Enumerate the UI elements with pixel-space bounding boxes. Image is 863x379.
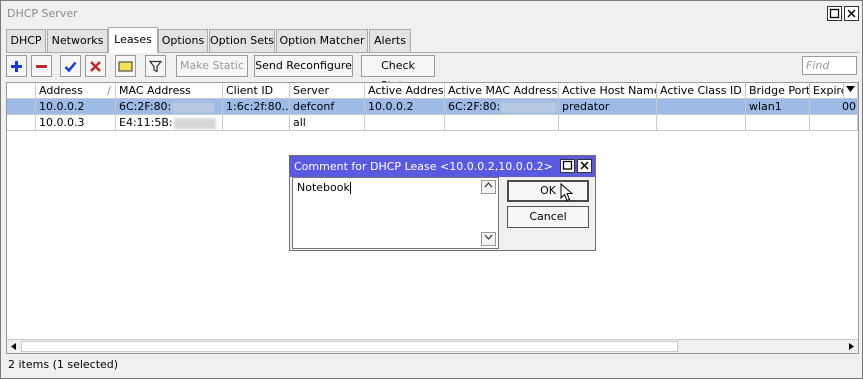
dialog-title-bar[interactable]: Comment for DHCP Lease <10.0.0.2,10.0.0.… bbox=[290, 156, 595, 177]
active-host-name-cell: predator bbox=[559, 99, 657, 115]
x-icon bbox=[90, 60, 101, 72]
minus-icon bbox=[36, 64, 47, 68]
make-static-button[interactable]: Make Static bbox=[176, 55, 248, 77]
tab-option-sets[interactable]: Option Sets bbox=[209, 29, 275, 52]
comment-button[interactable] bbox=[115, 55, 136, 77]
note-icon bbox=[118, 61, 133, 71]
scroll-right-icon[interactable] bbox=[847, 342, 856, 351]
close-icon bbox=[847, 9, 856, 18]
chevron-up-icon bbox=[484, 182, 493, 188]
tab-alerts[interactable]: Alerts bbox=[369, 29, 411, 52]
scrollbar-thumb[interactable] bbox=[21, 341, 678, 352]
text-caret bbox=[349, 182, 351, 194]
address-cell: 10.0.0.2 bbox=[36, 99, 116, 115]
address-cell: 10.0.0.3 bbox=[36, 115, 116, 131]
tab-dhcp[interactable]: DHCP bbox=[6, 29, 46, 52]
column-header-expire[interactable]: Expire bbox=[810, 83, 844, 99]
send-reconfigure-button[interactable]: Send Reconfigure bbox=[254, 55, 353, 77]
scroll-down-button[interactable] bbox=[481, 232, 496, 246]
client-id-cell bbox=[223, 115, 290, 131]
mouse-pointer-icon bbox=[560, 183, 574, 202]
check-icon bbox=[64, 61, 77, 72]
column-header-mac-address[interactable]: MAC Address bbox=[116, 83, 223, 99]
find-input[interactable]: Find bbox=[802, 56, 857, 75]
remove-button[interactable] bbox=[31, 55, 52, 77]
mac-address-cell: 6C:2F:80: bbox=[116, 99, 223, 115]
title-bar[interactable]: DHCP Server bbox=[2, 2, 861, 25]
close-icon bbox=[580, 161, 589, 170]
table-row[interactable]: 10.0.0.2 6C:2F:80: 1:6c:2f:80... defconf… bbox=[7, 99, 858, 115]
comment-textarea[interactable]: Notebook bbox=[292, 177, 499, 249]
column-header-active-mac-address[interactable]: Active MAC Address bbox=[445, 83, 559, 99]
filter-button[interactable] bbox=[145, 55, 166, 77]
redacted-value bbox=[172, 101, 215, 113]
redacted-value bbox=[173, 117, 216, 129]
sort-indicator-icon: / bbox=[107, 84, 111, 97]
status-bar: 2 items (1 selected) bbox=[8, 358, 119, 371]
column-header-bridge-port[interactable]: Bridge Port bbox=[746, 83, 810, 99]
add-button[interactable] bbox=[6, 55, 27, 77]
dropdown-icon bbox=[846, 86, 855, 92]
column-header-active-host-name[interactable]: Active Host Name bbox=[559, 83, 657, 99]
mac-address-cell: E4:11:5B: bbox=[116, 115, 223, 131]
tab-option-matcher[interactable]: Option Matcher bbox=[276, 29, 368, 52]
ok-button[interactable]: OK bbox=[507, 180, 589, 202]
client-id-cell: 1:6c:2f:80... bbox=[223, 99, 290, 115]
column-menu-button[interactable] bbox=[844, 83, 858, 99]
maximize-icon bbox=[562, 160, 573, 170]
server-cell: defconf bbox=[290, 99, 365, 115]
server-cell: all bbox=[290, 115, 365, 131]
comment-dialog: Comment for DHCP Lease <10.0.0.2,10.0.0.… bbox=[289, 155, 596, 251]
chevron-down-icon bbox=[484, 234, 493, 240]
column-header-client-id[interactable]: Client ID bbox=[223, 83, 290, 99]
tab-leases[interactable]: Leases bbox=[108, 27, 158, 53]
active-mac-address-cell: 6C:2F:80: bbox=[445, 99, 559, 115]
column-header-active-class-id[interactable]: Active Class ID bbox=[657, 83, 746, 99]
scroll-left-icon[interactable] bbox=[9, 342, 18, 351]
bridge-port-cell bbox=[746, 115, 810, 131]
expire-cell: 00 bbox=[810, 99, 858, 115]
active-class-id-cell bbox=[657, 99, 746, 115]
table-row[interactable]: 10.0.0.3 E4:11:5B: all bbox=[7, 115, 858, 131]
active-host-name-cell bbox=[559, 115, 657, 131]
redacted-value bbox=[501, 101, 557, 113]
cancel-button[interactable]: Cancel bbox=[507, 206, 589, 228]
tab-networks[interactable]: Networks bbox=[47, 29, 108, 52]
dialog-maximize-button[interactable] bbox=[560, 159, 575, 173]
enable-button[interactable] bbox=[60, 55, 81, 77]
maximize-icon bbox=[829, 8, 840, 19]
check-status-button[interactable]: Check Status bbox=[361, 55, 435, 92]
scroll-up-button[interactable] bbox=[481, 180, 496, 194]
column-header-flags[interactable] bbox=[7, 83, 36, 99]
flags-cell bbox=[7, 99, 36, 115]
maximize-button[interactable] bbox=[827, 6, 842, 21]
bridge-port-cell: wlan1 bbox=[746, 99, 810, 115]
table-header: Address / MAC Address Client ID Server A… bbox=[7, 83, 858, 99]
horizontal-scrollbar[interactable] bbox=[7, 339, 858, 353]
column-header-active-address[interactable]: Active Address bbox=[365, 83, 445, 99]
active-mac-address-cell bbox=[445, 115, 559, 131]
window-title: DHCP Server bbox=[7, 7, 78, 20]
active-address-cell bbox=[365, 115, 445, 131]
expire-cell bbox=[810, 115, 858, 131]
flags-cell bbox=[7, 115, 36, 131]
dialog-title: Comment for DHCP Lease <10.0.0.2,10.0.0.… bbox=[294, 160, 553, 173]
comment-text: Notebook bbox=[297, 181, 350, 194]
disable-button[interactable] bbox=[85, 55, 106, 77]
active-class-id-cell bbox=[657, 115, 746, 131]
column-header-server[interactable]: Server bbox=[290, 83, 365, 99]
close-button[interactable] bbox=[844, 6, 859, 21]
active-address-cell: 10.0.0.2 bbox=[365, 99, 445, 115]
column-header-address[interactable]: Address / bbox=[36, 83, 116, 99]
tab-options[interactable]: Options bbox=[158, 29, 208, 52]
plus-icon bbox=[11, 60, 22, 72]
dialog-close-button[interactable] bbox=[577, 159, 592, 173]
filter-icon bbox=[149, 60, 162, 72]
toolbar: Make Static Send Reconfigure Check Statu… bbox=[6, 55, 859, 92]
